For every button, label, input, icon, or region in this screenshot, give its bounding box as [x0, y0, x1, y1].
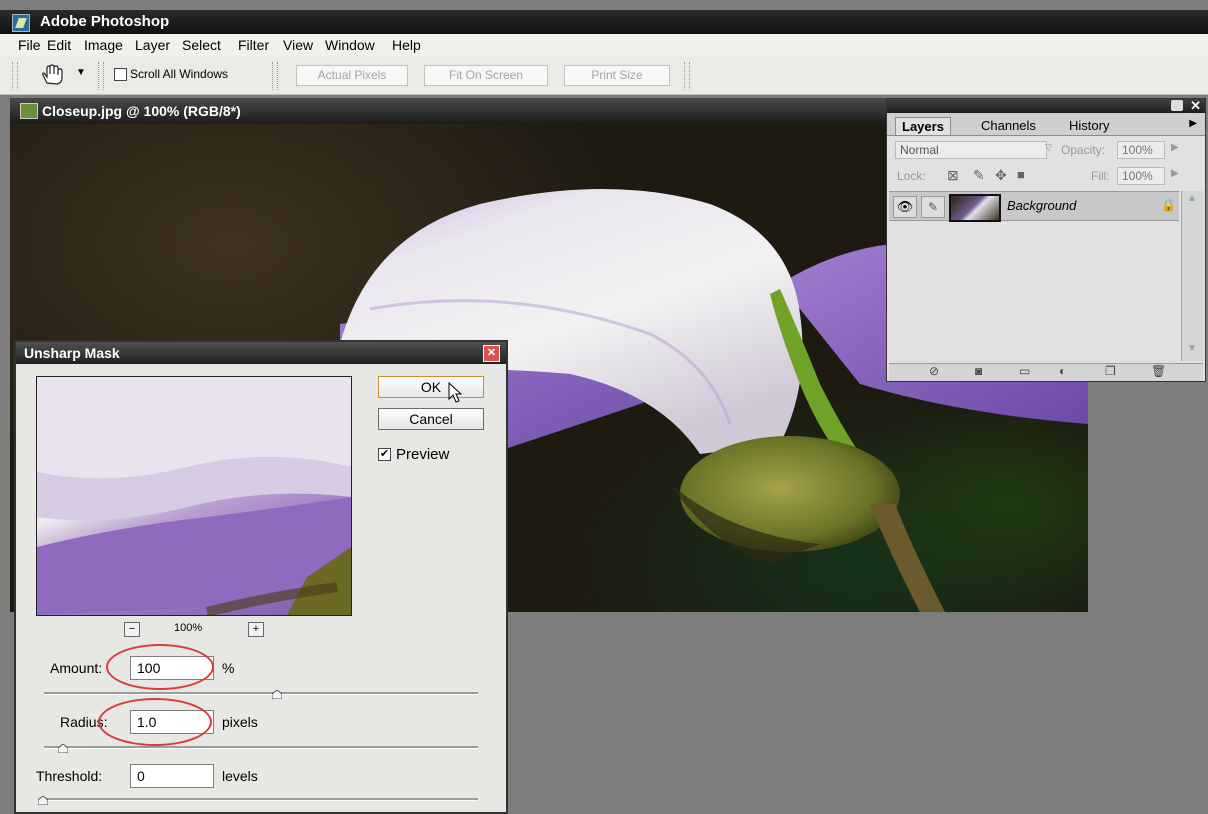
- menu-bar: File Edit Image Layer Select Filter View…: [0, 34, 1208, 57]
- amount-highlight-ring: [106, 644, 214, 690]
- tab-history[interactable]: History: [1063, 117, 1115, 134]
- link-layers-icon[interactable]: ⊘: [929, 364, 939, 378]
- lock-all-icon[interactable]: ■: [1017, 167, 1025, 182]
- add-mask-icon[interactable]: ◙: [975, 364, 982, 378]
- layer-lock-icon: 🔒: [1161, 198, 1176, 212]
- menu-edit[interactable]: Edit: [47, 37, 71, 53]
- print-size-button[interactable]: Print Size: [564, 65, 670, 86]
- dialog-title-bar[interactable]: Unsharp Mask ✕: [16, 342, 506, 364]
- menu-help[interactable]: Help: [392, 37, 421, 53]
- amount-slider-thumb[interactable]: [271, 687, 283, 700]
- dialog-title: Unsharp Mask: [24, 345, 120, 361]
- threshold-slider-thumb[interactable]: [37, 793, 49, 806]
- layer-link-brush-icon[interactable]: ✎: [921, 196, 945, 218]
- lock-row: Lock: ⊠ ✎ ✥ ■ Fill: 100% ▶: [893, 167, 1197, 187]
- layers-panel: ✕ Layers Channels History ▶ Normal ▽ Opa…: [886, 98, 1206, 382]
- mouse-cursor-icon: [448, 381, 464, 407]
- blend-mode-select[interactable]: Normal: [895, 141, 1047, 159]
- blend-mode-chevron-down-icon[interactable]: ▽: [1045, 142, 1052, 153]
- toolbar-grip[interactable]: [12, 62, 18, 90]
- menu-layer[interactable]: Layer: [135, 37, 170, 53]
- layers-panel-tabs: Layers Channels History ▶: [887, 113, 1205, 136]
- toolbar-divider: [272, 62, 278, 90]
- cancel-button[interactable]: Cancel: [378, 408, 484, 430]
- lock-transparency-icon[interactable]: ⊠: [947, 167, 959, 184]
- scroll-all-windows-label: Scroll All Windows: [130, 67, 229, 81]
- layers-scrollbar[interactable]: ▲ ▼: [1181, 191, 1204, 361]
- lock-brush-icon[interactable]: ✎: [973, 167, 985, 184]
- ok-button[interactable]: OK: [378, 376, 484, 398]
- opacity-arrow-icon[interactable]: ▶: [1171, 142, 1179, 153]
- menu-window[interactable]: Window: [325, 37, 375, 53]
- options-bar: ▼ Scroll All Windows Actual Pixels Fit O…: [0, 56, 1208, 95]
- toolbar-divider: [684, 62, 690, 90]
- opacity-field[interactable]: 100%: [1117, 141, 1165, 159]
- blend-row: Normal ▽ Opacity: 100% ▶: [893, 141, 1197, 161]
- unsharp-mask-dialog: Unsharp Mask ✕ OK Cancel ✔ Preview − 100…: [14, 340, 508, 814]
- app-title-bar: Adobe Photoshop: [0, 10, 1208, 34]
- radius-slider-track[interactable]: [44, 746, 478, 749]
- threshold-unit: levels: [222, 768, 258, 784]
- preview-label: Preview: [396, 446, 450, 463]
- preview-checkbox[interactable]: ✔: [378, 448, 391, 461]
- dialog-close-icon[interactable]: ✕: [483, 345, 500, 362]
- radius-unit: pixels: [222, 714, 258, 730]
- menu-file[interactable]: File: [18, 37, 41, 53]
- amount-label: Amount:: [50, 660, 103, 676]
- menu-select[interactable]: Select: [182, 37, 221, 53]
- scroll-up-icon[interactable]: ▲: [1187, 193, 1197, 204]
- fill-arrow-icon[interactable]: ▶: [1171, 168, 1179, 179]
- close-icon[interactable]: ✕: [1190, 98, 1201, 114]
- layer-name[interactable]: Background: [1007, 198, 1076, 213]
- scroll-down-icon[interactable]: ▼: [1187, 343, 1197, 354]
- scroll-all-windows-checkbox[interactable]: [114, 68, 127, 81]
- fill-field[interactable]: 100%: [1117, 167, 1165, 185]
- tab-channels[interactable]: Channels: [975, 117, 1042, 134]
- image-document-icon: [20, 103, 38, 119]
- minimize-icon[interactable]: [1171, 100, 1183, 111]
- new-group-folder-icon[interactable]: ▭: [1019, 364, 1030, 378]
- radius-highlight-ring: [98, 698, 212, 746]
- trash-icon[interactable]: 🗑: [1151, 364, 1166, 378]
- threshold-slider-track[interactable]: [44, 798, 478, 801]
- actual-pixels-button[interactable]: Actual Pixels: [296, 65, 408, 86]
- tab-layers[interactable]: Layers: [895, 117, 951, 135]
- panel-menu-arrow-icon[interactable]: ▶: [1189, 118, 1197, 129]
- layer-visibility-eye-icon[interactable]: 👁: [893, 196, 917, 218]
- zoom-out-button[interactable]: −: [124, 622, 140, 637]
- menu-image[interactable]: Image: [84, 37, 123, 53]
- zoom-level: 100%: [174, 622, 203, 634]
- amount-slider-track[interactable]: [44, 692, 478, 695]
- app-title: Adobe Photoshop: [40, 13, 170, 30]
- fit-on-screen-button[interactable]: Fit On Screen: [424, 65, 548, 86]
- hand-tool-icon[interactable]: [38, 64, 70, 86]
- preview-image: [37, 377, 351, 615]
- menu-filter[interactable]: Filter: [238, 37, 269, 53]
- tool-preset-chevron-down-icon[interactable]: ▼: [76, 67, 88, 79]
- photoshop-app-icon: [12, 14, 30, 32]
- document-title: Closeup.jpg @ 100% (RGB/8*): [42, 103, 241, 119]
- threshold-input[interactable]: 0: [130, 764, 214, 788]
- adjustment-layer-icon[interactable]: ◐: [1059, 364, 1066, 378]
- lock-move-icon[interactable]: ✥: [995, 167, 1007, 184]
- new-layer-icon[interactable]: ❐: [1105, 364, 1116, 378]
- radius-slider-thumb[interactable]: [57, 741, 69, 754]
- threshold-label: Threshold:: [36, 768, 103, 784]
- layers-bottom-bar: ⊘ ◙ ▭ ◐ ❐ 🗑: [889, 363, 1203, 381]
- filter-preview[interactable]: [36, 376, 352, 616]
- fill-label: Fill:: [1091, 169, 1110, 183]
- menu-view[interactable]: View: [283, 37, 313, 53]
- layers-panel-titlebar[interactable]: ✕: [887, 98, 1205, 114]
- zoom-in-button[interactable]: +: [248, 622, 264, 637]
- layer-thumbnail[interactable]: [949, 194, 1001, 222]
- amount-unit: %: [222, 660, 235, 676]
- opacity-label: Opacity:: [1061, 143, 1106, 157]
- layer-row-background[interactable]: 👁 ✎ Background 🔒: [889, 191, 1179, 222]
- lock-label: Lock:: [897, 169, 926, 183]
- toolbar-divider: [98, 62, 104, 90]
